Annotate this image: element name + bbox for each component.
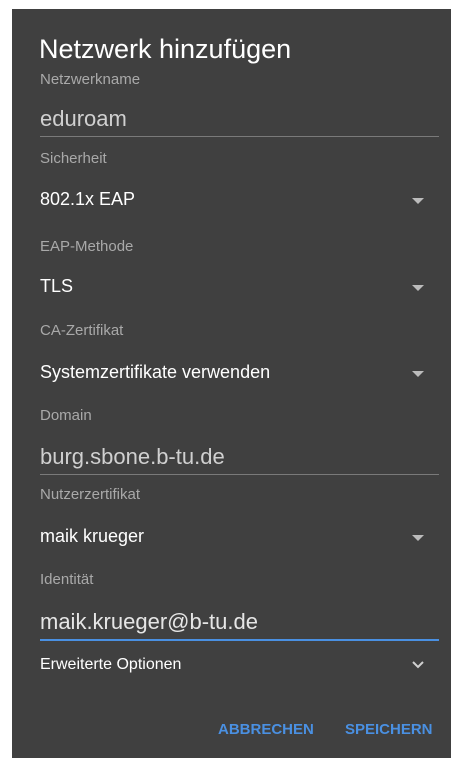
- dropdown-arrow-icon: [412, 535, 424, 541]
- identity-input[interactable]: [40, 605, 439, 641]
- identity-label: Identität: [40, 571, 94, 588]
- advanced-options-toggle[interactable]: Erweiterte Optionen: [40, 649, 439, 683]
- user-certificate-value: maik krueger: [40, 526, 145, 546]
- advanced-options-label: Erweiterte Optionen: [40, 656, 182, 673]
- dropdown-arrow-icon: [412, 198, 424, 204]
- eap-method-label: EAP-Methode: [40, 238, 134, 255]
- security-value: 802.1x EAP: [40, 189, 136, 209]
- security-dropdown[interactable]: 802.1x EAP: [40, 184, 439, 218]
- domain-label: Domain: [40, 407, 92, 424]
- add-network-dialog: Netzwerk hinzufügen Netzwerkname Sicherh…: [12, 9, 451, 758]
- eap-method-dropdown[interactable]: TLS: [40, 271, 439, 305]
- network-name-input[interactable]: [40, 101, 439, 137]
- user-certificate-label: Nutzerzertifikat: [40, 486, 141, 503]
- dropdown-arrow-icon: [412, 371, 424, 377]
- cancel-button[interactable]: ABBRECHEN: [218, 721, 314, 738]
- save-button[interactable]: SPEICHERN: [345, 721, 433, 738]
- chevron-down-icon: [412, 661, 424, 669]
- network-name-label: Netzwerkname: [40, 71, 141, 88]
- user-certificate-dropdown[interactable]: maik krueger: [40, 521, 439, 555]
- security-label: Sicherheit: [40, 150, 107, 167]
- eap-method-value: TLS: [40, 276, 74, 296]
- dialog-title: Netzwerk hinzufügen: [39, 34, 292, 64]
- ca-certificate-label: CA-Zertifikat: [40, 322, 124, 339]
- ca-certificate-dropdown[interactable]: Systemzertifikate verwenden: [40, 357, 439, 391]
- ca-certificate-value: Systemzertifikate verwenden: [40, 362, 271, 382]
- domain-input[interactable]: [40, 439, 439, 475]
- dropdown-arrow-icon: [412, 285, 424, 291]
